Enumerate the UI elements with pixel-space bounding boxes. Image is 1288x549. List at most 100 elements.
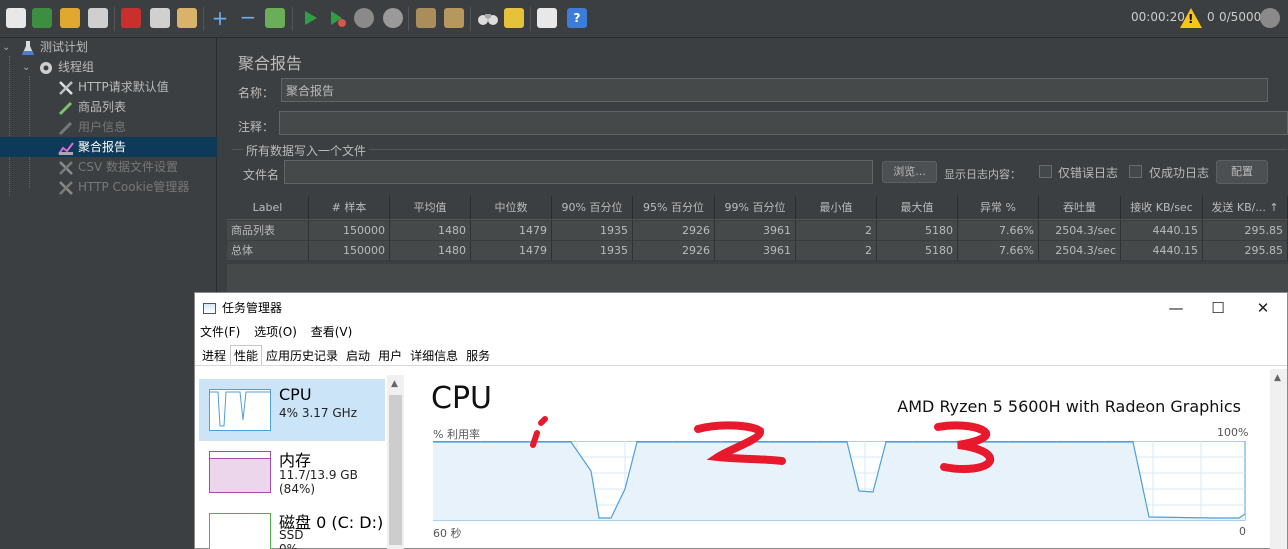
- annotation-1: [530, 416, 548, 448]
- save-icon[interactable]: [88, 8, 108, 28]
- open-icon[interactable]: [60, 8, 80, 28]
- side-item-cpu[interactable]: CPU 4% 3.17 GHz: [199, 379, 385, 441]
- name-field[interactable]: 聚合报告: [281, 78, 1268, 102]
- reset-search-icon[interactable]: [504, 8, 524, 28]
- table-cell: 总体: [227, 241, 309, 261]
- side-item-disk[interactable]: 磁盘 0 (C: D:) SSD 0%: [199, 503, 385, 549]
- table-row[interactable]: 商品列表 150000 1480 1479 1935 2926 3961 2 5…: [227, 221, 1288, 241]
- close-button[interactable]: ✕: [1240, 295, 1286, 321]
- clear-all-icon[interactable]: [444, 8, 464, 28]
- browse-button[interactable]: 浏览...: [882, 161, 937, 183]
- side-item-memory[interactable]: 内存 11.7/13.9 GB (84%): [199, 441, 385, 503]
- panel-title: 聚合报告: [238, 54, 303, 73]
- help-icon[interactable]: ?: [567, 8, 587, 28]
- stop-icon[interactable]: [354, 8, 374, 28]
- toggle-icon[interactable]: [265, 8, 285, 28]
- collapse-icon[interactable]: −: [238, 7, 258, 28]
- side-scrollbar[interactable]: ▲: [387, 375, 404, 549]
- col-p95[interactable]: 95% 百分位: [633, 196, 715, 220]
- col-sent[interactable]: 发送 KB/... ↑: [1203, 196, 1288, 220]
- col-samples[interactable]: # 样本: [309, 196, 390, 220]
- col-label[interactable]: Label: [227, 196, 309, 220]
- comment-field[interactable]: [279, 111, 1288, 135]
- side-item-sub: SSD: [279, 528, 304, 542]
- col-error[interactable]: 异常 %: [958, 196, 1039, 220]
- start-icon[interactable]: [300, 8, 320, 28]
- table-cell: 2504.3/sec: [1039, 221, 1121, 241]
- utilization-max: 100%: [1217, 426, 1249, 439]
- table-cell: 2926: [633, 241, 715, 261]
- wrench-icon: [58, 180, 74, 196]
- scroll-up-icon[interactable]: ▲: [391, 379, 398, 389]
- tab-services[interactable]: 服务: [462, 345, 494, 366]
- table-row[interactable]: 总体 150000 1480 1479 1935 2926 3961 2 518…: [227, 241, 1288, 261]
- col-average[interactable]: 平均值: [390, 196, 471, 220]
- tree-item-label: 商品列表: [78, 100, 127, 114]
- col-throughput[interactable]: 吞吐量: [1039, 196, 1121, 220]
- col-min[interactable]: 最小值: [796, 196, 877, 220]
- tree-item-http-defaults[interactable]: HTTP请求默认值: [58, 77, 216, 97]
- table-cell: 1479: [471, 241, 552, 261]
- clear-icon[interactable]: [416, 8, 436, 28]
- minimize-button[interactable]: —: [1153, 295, 1199, 321]
- tree-item-test-plan[interactable]: 测试计划: [20, 37, 216, 57]
- tab-performance[interactable]: 性能: [230, 345, 263, 365]
- tree-item-thread-group[interactable]: 线程组: [38, 57, 216, 77]
- tree-item-user-info[interactable]: 用户信息: [58, 117, 216, 137]
- table-cell: 4440.15: [1121, 221, 1203, 241]
- success-only-checkbox[interactable]: [1129, 165, 1142, 178]
- window-title: 任务管理器: [203, 299, 282, 316]
- start-no-pause-icon[interactable]: [327, 8, 347, 28]
- scroll-up-icon[interactable]: ▲: [1274, 373, 1281, 383]
- cut-icon[interactable]: [121, 8, 141, 28]
- table-empty-area: [227, 264, 1288, 294]
- search-icon[interactable]: [477, 8, 498, 28]
- maximize-button[interactable]: ☐: [1195, 295, 1241, 321]
- errors-only-checkbox[interactable]: [1039, 165, 1052, 178]
- table-cell: 5180: [877, 221, 958, 241]
- warning-icon[interactable]: !: [1180, 8, 1202, 28]
- templates-icon[interactable]: [32, 8, 52, 28]
- tab-startup[interactable]: 启动: [342, 345, 374, 366]
- copy-icon[interactable]: [150, 8, 170, 28]
- tree-item-aggregate-report[interactable]: 聚合报告: [0, 137, 217, 157]
- tab-processes[interactable]: 进程: [198, 345, 230, 366]
- remote-status-icon: [1260, 8, 1280, 28]
- menu-options[interactable]: 选项(O): [254, 325, 297, 339]
- comment-label: 注释：: [238, 120, 275, 134]
- col-median[interactable]: 中位数: [471, 196, 552, 220]
- menu-file[interactable]: 文件(F): [200, 325, 240, 339]
- errors-only-label: 仅错误日志: [1058, 166, 1119, 180]
- table-cell: 7.66%: [958, 241, 1039, 261]
- function-helper-icon[interactable]: [537, 8, 557, 28]
- expand-icon[interactable]: +: [210, 8, 230, 28]
- scroll-thumb[interactable]: [389, 395, 402, 545]
- col-p90[interactable]: 90% 百分位: [552, 196, 633, 220]
- chevron-down-icon[interactable]: ⌄: [22, 62, 30, 73]
- group-title: 所有数据写入一个文件: [243, 142, 370, 159]
- warning-count: 0: [1207, 10, 1215, 24]
- paste-icon[interactable]: [177, 8, 197, 28]
- col-received[interactable]: 接收 KB/sec: [1121, 196, 1203, 220]
- filename-field[interactable]: [284, 160, 873, 184]
- chevron-down-icon[interactable]: ⌄: [2, 42, 10, 53]
- menu-view[interactable]: 查看(V): [311, 325, 353, 339]
- tree-item-cookie-manager[interactable]: HTTP Cookie管理器: [58, 177, 216, 197]
- side-item-sub2: 0%: [279, 542, 299, 549]
- table-cell: 150000: [309, 221, 390, 241]
- wrench-icon: [58, 80, 74, 96]
- tab-users[interactable]: 用户: [374, 345, 406, 366]
- utilization-label: % 利用率: [433, 428, 480, 441]
- tab-details[interactable]: 详细信息: [406, 345, 462, 366]
- tree-item-csv-data[interactable]: CSV 数据文件设置: [58, 157, 216, 177]
- test-plan-tree: ⌄ 测试计划 ⌄ 线程组 HTTP请求默认值 商品列表 用户信息 聚合报告 CS…: [0, 38, 217, 549]
- configure-button[interactable]: 配置: [1216, 160, 1268, 184]
- main-scrollbar[interactable]: ▲: [1270, 369, 1287, 549]
- shutdown-icon[interactable]: [383, 8, 403, 28]
- tab-app-history[interactable]: 应用历史记录: [262, 345, 342, 366]
- tree-item-product-list[interactable]: 商品列表: [58, 97, 216, 117]
- gear-icon: [38, 60, 54, 76]
- col-max[interactable]: 最大值: [877, 196, 958, 220]
- new-icon[interactable]: [6, 8, 26, 28]
- col-p99[interactable]: 99% 百分位: [715, 196, 796, 220]
